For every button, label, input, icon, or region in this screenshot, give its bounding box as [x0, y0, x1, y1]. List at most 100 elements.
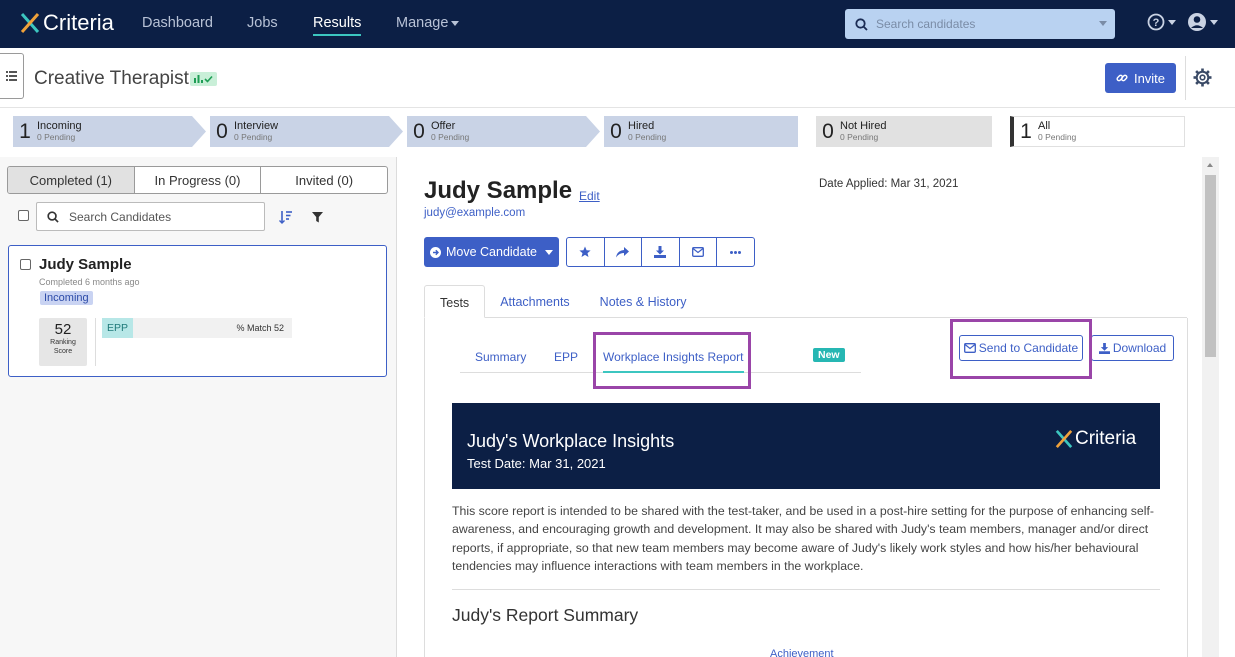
report-brand-name: Criteria — [1075, 428, 1137, 449]
download-icon — [654, 246, 667, 258]
stage-pending: 0 Pending — [628, 132, 667, 142]
tab-tests[interactable]: Tests — [424, 285, 486, 318]
ranking-score-value: 52 — [54, 321, 72, 338]
stage-label: Offer — [431, 120, 456, 132]
pipeline-stage-not-hired[interactable]: 0 Not Hired 0 Pending — [816, 116, 992, 147]
ranking-score-label-1: Ranking — [50, 339, 76, 346]
nav-dashboard[interactable]: Dashboard — [142, 15, 213, 31]
divider — [1185, 56, 1186, 100]
email-button[interactable] — [680, 238, 718, 266]
candidate-email[interactable]: judy@example.com — [424, 207, 525, 219]
stage-pending: 0 Pending — [37, 132, 76, 142]
highlight-box — [950, 319, 1092, 379]
chevron-down-icon — [1168, 19, 1176, 25]
brand-name: Criteria — [43, 10, 114, 35]
report-title: Judy's Workplace Insights — [467, 431, 675, 451]
stage-count: 1 — [19, 119, 31, 143]
svg-text:?: ? — [1153, 17, 1160, 29]
test-badge: EPP — [102, 318, 134, 338]
scroll-up-arrow-icon[interactable] — [1207, 163, 1213, 167]
candidate-detail-name: Judy Sample — [424, 177, 573, 204]
move-candidate-label: Move Candidate — [445, 245, 538, 259]
stage-count: 0 — [216, 119, 228, 143]
filter-icon[interactable] — [312, 212, 323, 223]
tab-notes-history[interactable]: Notes & History — [585, 285, 702, 317]
stage-count: 0 — [610, 119, 622, 143]
invite-label: Invite — [1133, 70, 1166, 86]
report-header: Judy's Workplace Insights Test Date: Mar… — [452, 403, 1160, 489]
subtab-summary[interactable]: Summary — [475, 350, 526, 364]
stage-label: Incoming — [37, 120, 82, 132]
test-result-row: EPP % Match 52 — [102, 318, 292, 338]
star-button[interactable] — [567, 238, 605, 266]
share-button[interactable] — [605, 238, 643, 266]
stage-pending: 0 Pending — [840, 132, 879, 142]
scrollbar-thumb[interactable] — [1205, 175, 1216, 357]
pipeline-stage-offer[interactable]: 0 Offer 0 Pending — [407, 116, 600, 147]
candidate-status-line: Completed 6 months ago — [39, 277, 140, 287]
select-all-checkbox[interactable] — [18, 210, 29, 221]
nav-manage[interactable]: Manage — [396, 15, 460, 31]
report-summary-heading: Judy's Report Summary — [452, 605, 639, 625]
nav-jobs[interactable]: Jobs — [247, 15, 278, 31]
pipeline-stage-incoming[interactable]: 1 Incoming 0 Pending — [13, 116, 206, 147]
highlight-box — [593, 332, 751, 389]
nav-manage-label: Manage — [396, 15, 449, 31]
candidate-card[interactable]: Judy Sample Completed 6 months ago Incom… — [8, 245, 387, 377]
search-icon — [855, 17, 868, 31]
stage-pending: 0 Pending — [1038, 132, 1077, 142]
ranking-score-label-2: Score — [53, 348, 73, 355]
candidate-checkbox[interactable] — [20, 259, 31, 270]
tab-completed[interactable]: Completed (1) — [8, 167, 135, 193]
job-header: Creative Therapist Invite — [0, 48, 1235, 108]
top-navbar: Criteria Dashboard Jobs Results Manage ? — [0, 0, 1235, 48]
star-icon — [579, 246, 591, 257]
criteria-logo: Criteria — [1055, 428, 1136, 450]
envelope-icon — [692, 247, 705, 257]
move-candidate-button[interactable]: Move Candidate — [424, 237, 559, 267]
download-button[interactable] — [642, 238, 680, 266]
nav-results[interactable]: Results — [313, 15, 362, 36]
sort-icon[interactable] — [279, 210, 293, 224]
candidate-filter-input[interactable] — [69, 209, 249, 224]
stage-pending: 0 Pending — [431, 132, 470, 142]
edit-candidate-link[interactable]: Edit — [579, 189, 600, 203]
chevron-down-icon — [1210, 19, 1218, 25]
sidebar-toggle-button[interactable] — [0, 53, 24, 99]
stage-count: 1 — [1020, 119, 1032, 143]
pipeline-stage-interview[interactable]: 0 Interview 0 Pending — [210, 116, 403, 147]
pipeline-stage-all[interactable]: 1 All 0 Pending — [1010, 116, 1185, 147]
chevron-down-icon — [451, 20, 460, 26]
subtab-epp[interactable]: EPP — [554, 350, 578, 364]
stage-label: Hired — [628, 120, 655, 132]
help-menu[interactable]: ? — [1147, 13, 1176, 31]
stage-label: Interview — [234, 120, 279, 132]
invite-button[interactable]: Invite — [1105, 63, 1176, 93]
download-icon — [1098, 342, 1110, 354]
user-menu[interactable] — [1187, 12, 1218, 32]
candidate-status-tabs: Completed (1) In Progress (0) Invited (0… — [7, 166, 388, 194]
more-options-button[interactable] — [717, 238, 754, 266]
tab-in-progress[interactable]: In Progress (0) — [135, 167, 262, 193]
download-report-label: Download — [1112, 341, 1167, 355]
list-icon — [6, 71, 17, 81]
download-report-button[interactable]: Download — [1091, 335, 1174, 361]
candidate-search-input[interactable] — [876, 17, 1096, 31]
tab-invited[interactable]: Invited (0) — [261, 167, 387, 193]
detail-scrollbar[interactable] — [1202, 157, 1219, 657]
tab-attachments[interactable]: Attachments — [485, 285, 584, 317]
divider — [452, 589, 1160, 590]
candidate-action-group — [566, 237, 755, 267]
date-applied: Date Applied: Mar 31, 2021 — [819, 178, 959, 190]
search-dropdown-icon[interactable] — [1099, 21, 1107, 26]
pipeline-stage-hired[interactable]: 0 Hired 0 Pending — [604, 116, 798, 147]
criteria-logo[interactable]: Criteria — [20, 10, 114, 36]
candidate-search[interactable] — [845, 9, 1115, 39]
new-badge: New — [813, 348, 845, 362]
settings-button[interactable] — [1193, 68, 1212, 92]
bar-chart-icon — [194, 75, 203, 83]
candidate-filter-search[interactable] — [36, 202, 265, 231]
ranking-score: 52 Ranking Score — [39, 318, 87, 366]
divider — [95, 318, 96, 366]
stage-count: 0 — [413, 119, 425, 143]
